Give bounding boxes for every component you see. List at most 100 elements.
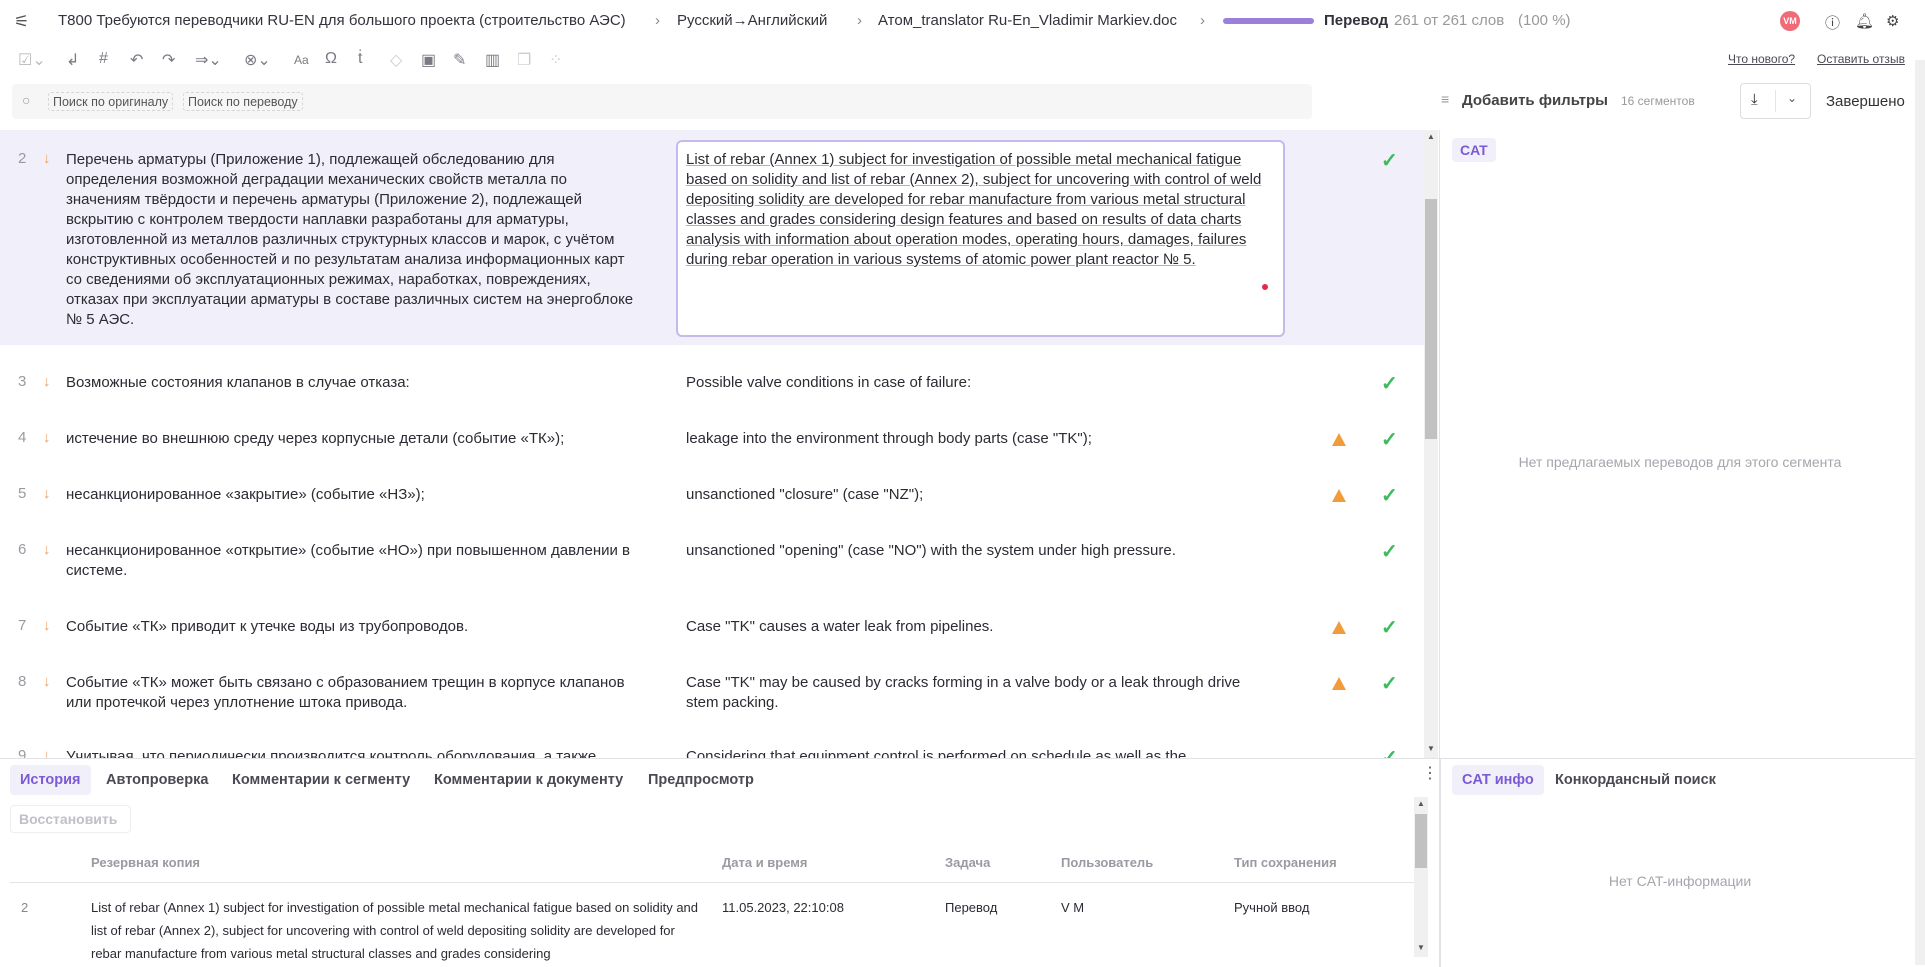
search-source-input[interactable]: Поиск по оригиналу	[48, 92, 174, 111]
breadcrumb-file[interactable]: Атом_translator Ru-En_Vladimir Markiev.d…	[878, 12, 1177, 29]
scroll-down-icon[interactable]: ▼	[1417, 943, 1425, 952]
case-icon[interactable]: Aa	[294, 53, 309, 67]
check-icon[interactable]: ✓	[1381, 539, 1398, 564]
merge-icon[interactable]: ⁘	[549, 50, 562, 70]
check-icon[interactable]: ✓	[1381, 483, 1398, 508]
clear-icon[interactable]: ⊗⌄	[244, 50, 271, 70]
top-bar: ⚟ T800 Требуются переводчики RU-EN для б…	[0, 0, 1925, 44]
filter-icon[interactable]: ≡	[1441, 91, 1449, 107]
target-text[interactable]: Case "TK" may be caused by cracks formin…	[686, 673, 1266, 713]
redo-icon[interactable]: ↷	[162, 50, 175, 70]
source-text: несанкционированное «открытие» (событие …	[66, 542, 631, 579]
target-editor[interactable]: List of rebar (Annex 1) subject for inve…	[676, 140, 1285, 337]
tag-icon[interactable]: ṫ	[358, 50, 362, 68]
check-icon[interactable]: ✓	[1381, 671, 1398, 696]
check-icon[interactable]: ✓	[1381, 148, 1398, 173]
tab-cat-info[interactable]: CAT инфо	[1452, 765, 1544, 795]
scroll-up-icon[interactable]: ▲	[1417, 799, 1425, 808]
source-text: Событие «ТК» приводит к утечке воды из т…	[66, 618, 469, 635]
target-text[interactable]: Considering that equipment control is pe…	[686, 747, 1266, 758]
avatar[interactable]: VM	[1780, 11, 1800, 31]
hash-icon[interactable]: #	[99, 50, 108, 68]
tab-segment-comments[interactable]: Комментарии к сегменту	[222, 765, 420, 795]
check-icon[interactable]: ✓	[1381, 615, 1398, 640]
bell-icon[interactable]: 🔔︎	[1855, 12, 1874, 30]
column-header-datetime: Дата и время	[722, 855, 808, 870]
chevron-right-icon: ›	[655, 12, 660, 29]
segment-number: 4	[18, 429, 27, 446]
history-scrollbar[interactable]: ▲ ▼	[1414, 797, 1428, 957]
chevron-down-icon[interactable]: ⌄	[1787, 91, 1797, 105]
target-text[interactable]: unsanctioned "opening" (case "NO") with …	[686, 541, 1266, 561]
insert-source-icon[interactable]: ↲	[66, 50, 79, 70]
tab-concordance-search[interactable]: Конкордансный поиск	[1545, 765, 1726, 795]
warning-icon[interactable]	[1332, 433, 1346, 446]
complete-button[interactable]: Завершено	[1826, 93, 1905, 110]
percent: (100 %)	[1518, 12, 1571, 29]
segment-row[interactable]: 9 ↓ Учитывая, что периодически производитс…	[0, 736, 1424, 758]
confirm-icon[interactable]: ☑⌄	[18, 50, 46, 70]
user: V M	[1061, 900, 1085, 915]
search-icon: ○	[22, 92, 31, 108]
breadcrumb-project[interactable]: T800 Требуются переводчики RU-EN для бол…	[58, 12, 626, 29]
word-count: 261 от 261 слов	[1394, 12, 1505, 29]
restore-button[interactable]: Восстановить	[10, 805, 131, 833]
no-suggestions-text: Нет предлагаемых переводов для этого сег…	[1518, 454, 1842, 470]
source-text: Возможные состояния клапанов в случае от…	[66, 374, 410, 391]
book-icon[interactable]: ▥	[485, 50, 500, 70]
arrow-down-icon: ↓	[43, 150, 51, 167]
copy-icon[interactable]: ❐	[517, 50, 531, 70]
segment-number: 7	[18, 617, 27, 634]
segment-row[interactable]: 4 ↓ истечение во внешнюю среду через корпу…	[0, 418, 1424, 474]
segment-row[interactable]: 8 ↓ Событие «ТК» может быть связано с обра…	[0, 662, 1424, 736]
warning-icon[interactable]	[1332, 621, 1346, 634]
settings-icon[interactable]: ⚙	[1886, 12, 1899, 30]
scrollbar-thumb[interactable]	[1415, 814, 1427, 868]
scroll-up-icon[interactable]: ▲	[1427, 132, 1435, 141]
next-icon[interactable]: ⇒⌄	[195, 50, 222, 70]
omega-icon[interactable]: Ω	[325, 50, 337, 68]
segment-row[interactable]: 7 ↓ Событие «ТК» приводит к утечке воды из…	[0, 606, 1424, 662]
tab-history[interactable]: История	[10, 765, 91, 795]
check-icon[interactable]: ✓	[1381, 427, 1398, 452]
target-text[interactable]: Case "TK" causes a water leak from pipel…	[686, 617, 1266, 637]
target-text[interactable]: leakage into the environment through bod…	[686, 429, 1266, 449]
source-text: Учитывая, что периодически производится …	[66, 748, 597, 758]
arrow-down-icon: ↓	[43, 673, 51, 690]
more-icon[interactable]: ⋮	[1422, 763, 1438, 783]
cat-tab[interactable]: CAT	[1452, 138, 1496, 162]
tab-preview[interactable]: Предпросмотр	[638, 765, 764, 795]
arrow-down-icon: ↓	[43, 617, 51, 634]
tab-document-comments[interactable]: Комментарии к документу	[424, 765, 633, 795]
whats-new-link[interactable]: Что нового?	[1728, 52, 1795, 66]
source-text: несанкционированное «закрытие» (событие …	[66, 486, 425, 503]
segment-row[interactable]: 6 ↓ несанкционированное «открытие» (событи…	[0, 530, 1424, 606]
download-button[interactable]: ⤓ ⌄	[1740, 83, 1811, 119]
add-filters-button[interactable]: Добавить фильтры	[1462, 92, 1608, 109]
tab-autocheck[interactable]: Автопроверка	[96, 765, 218, 795]
undo-icon[interactable]: ↶	[130, 50, 143, 70]
image-icon[interactable]: ▣	[421, 50, 436, 70]
pen-icon[interactable]: ✎	[453, 50, 466, 70]
split-icon[interactable]: ◇	[390, 50, 402, 70]
page-scrollbar[interactable]	[1915, 60, 1925, 965]
target-text[interactable]: unsanctioned "closure" (case "NZ");	[686, 485, 1266, 505]
segment-row[interactable]: 3 ↓ Возможные состояния клапанов в случае …	[0, 362, 1424, 418]
check-icon[interactable]: ✓	[1381, 745, 1398, 758]
feedback-link[interactable]: Оставить отзыв	[1817, 52, 1905, 66]
segment-row[interactable]: 5 ↓ несанкционированное «закрытие» (событи…	[0, 474, 1424, 530]
check-icon[interactable]: ✓	[1381, 371, 1398, 396]
target-editor-text[interactable]: List of rebar (Annex 1) subject for inve…	[686, 151, 1261, 268]
scrollbar-thumb[interactable]	[1425, 199, 1437, 439]
scroll-down-icon[interactable]: ▼	[1427, 744, 1435, 753]
segment-scrollbar[interactable]: ▲ ▼	[1424, 130, 1438, 758]
help-icon[interactable]: ⓘ	[1825, 12, 1840, 33]
warning-icon[interactable]	[1332, 489, 1346, 502]
menu-icon[interactable]: ⚟	[14, 12, 29, 32]
search-target-input[interactable]: Поиск по переводу	[183, 92, 303, 111]
target-text[interactable]: Possible valve conditions in case of fai…	[686, 373, 1266, 393]
warning-icon[interactable]	[1332, 677, 1346, 690]
download-icon[interactable]: ⤓	[1751, 91, 1758, 108]
search-bar: ○ Поиск по оригиналу Поиск по переводу	[12, 84, 1312, 119]
breadcrumb-languages[interactable]: Русский→Английский	[677, 12, 827, 29]
